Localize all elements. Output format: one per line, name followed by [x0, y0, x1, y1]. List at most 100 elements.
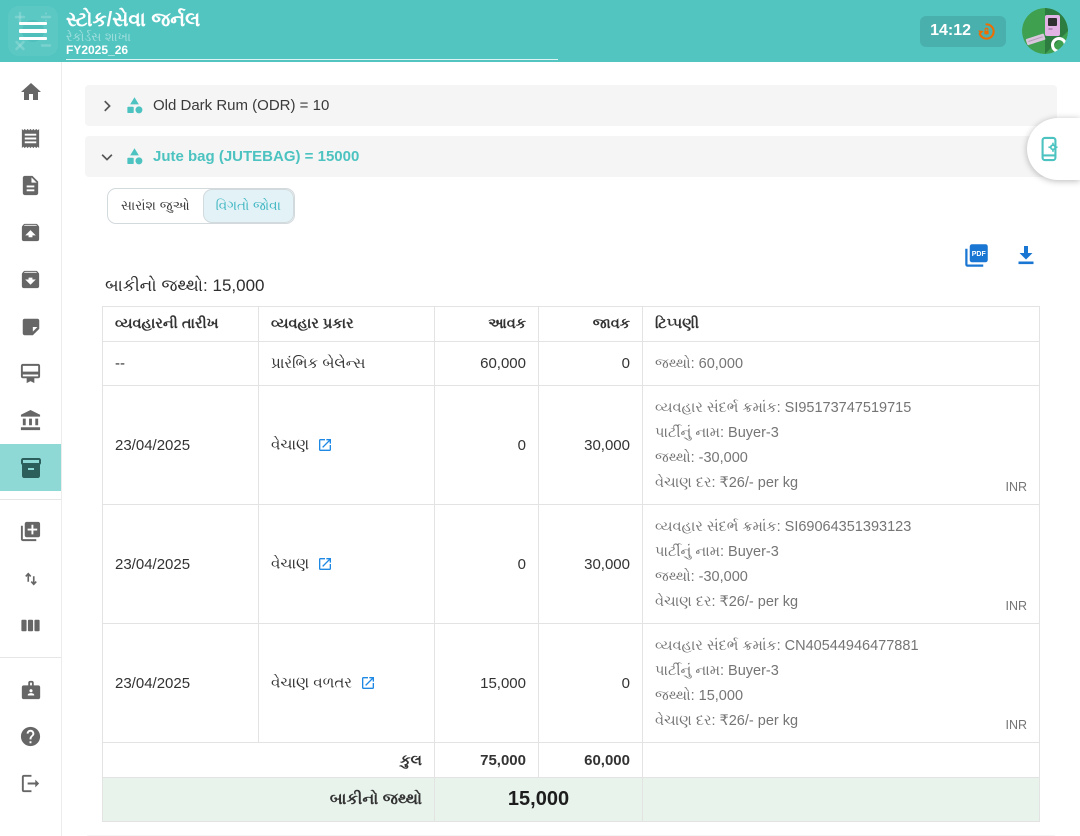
card-machine-icon [19, 362, 42, 385]
session-timer-icon [977, 22, 996, 41]
title-block: સ્ટોક/સેવા જર્નલ રેકોર્ડસ શાખા FY2025_26 [66, 3, 558, 60]
logout-icon [19, 772, 42, 795]
svg-text:PDF: PDF [972, 251, 986, 258]
sidebar-divider [0, 657, 61, 658]
cell-remark: જથ્થો: 60,000 [643, 342, 1040, 386]
sidebar-item-home[interactable] [0, 68, 61, 115]
menu-icon[interactable] [19, 22, 47, 40]
jute-bag-detail: સારાંશ જુઓ વિગતો જોવા PDF બાકીનો જથ્થો: … [85, 177, 1057, 822]
bank-icon [19, 409, 42, 432]
document-icon [19, 174, 42, 197]
sidebar-divider [0, 499, 61, 500]
session-time: 14:12 [930, 22, 971, 40]
session-timer-badge[interactable]: 14:12 [920, 16, 1006, 47]
avatar[interactable] [1022, 8, 1068, 54]
sidebar-item-notes[interactable] [0, 303, 61, 350]
receipt-icon [19, 127, 42, 150]
table-closing-row: બાકીનો જથ્થો 15,000 [103, 778, 1040, 822]
sidebar-item-inventory[interactable] [0, 444, 61, 491]
fiscal-year-label: FY2025_26 [66, 43, 558, 60]
pdf-export-icon[interactable]: PDF [963, 242, 990, 269]
group-label: Old Dark Rum (ODR) = 10 [153, 97, 329, 114]
group-label: Jute bag (JUTEBAG) = 15000 [153, 148, 359, 165]
sidebar-item-logout[interactable] [0, 760, 61, 807]
sidebar-item-help[interactable] [0, 713, 61, 760]
cell-outflow: 0 [539, 624, 643, 743]
category-icon [125, 147, 144, 166]
table-total-row: કુલ 75,000 60,000 [103, 743, 1040, 778]
table-header-row: વ્યવહારની તારીખ વ્યવહાર પ્રકાર આવક જાવક … [103, 307, 1040, 342]
cell-outflow: 30,000 [539, 386, 643, 505]
remaining-quantity-label: બાકીનો જથ્થો: 15,000 [105, 276, 1040, 296]
sidebar [0, 62, 62, 836]
cell-inflow: 60,000 [435, 342, 539, 386]
upload-box-icon [19, 221, 42, 244]
group-row-jute-bag[interactable]: Jute bag (JUTEBAG) = 15000 [85, 136, 1057, 177]
cell-remark: વ્યવહાર સંદર્ભ ક્રમાંક: SI95173747519715… [643, 386, 1040, 505]
stock-journal-table: વ્યવહારની તારીખ વ્યવહાર પ્રકાર આવક જાવક … [102, 306, 1040, 822]
sidebar-item-upload[interactable] [0, 209, 61, 256]
closing-balance-value: 15,000 [435, 778, 643, 822]
open-link-icon[interactable] [317, 437, 333, 453]
library-add-icon [19, 520, 42, 543]
table-actions: PDF [102, 240, 1038, 270]
cell-outflow: 30,000 [539, 505, 643, 624]
sidebar-item-transfer[interactable] [0, 555, 61, 602]
app-header: સ્ટોક/સેવા જર્નલ રેકોર્ડસ શાખા FY2025_26… [0, 0, 1080, 62]
table-row-sale-2: 23/04/2025 વેચાણ 0 30,000 વ્યવહાર સંદર્ભ… [103, 505, 1040, 624]
cell-inflow: 15,000 [435, 624, 539, 743]
chevron-down-icon [98, 148, 116, 166]
open-link-icon[interactable] [317, 556, 333, 572]
chevron-right-icon [98, 97, 116, 115]
category-icon [125, 96, 144, 115]
col-header-inflow: આવક [435, 307, 539, 342]
currency-label: INR [1005, 480, 1027, 494]
currency-label: INR [1005, 599, 1027, 613]
cell-outflow: 0 [539, 342, 643, 386]
details-view-tab[interactable]: વિગતો જોવા [203, 189, 294, 223]
sidebar-item-card-machine[interactable] [0, 350, 61, 397]
cell-date: 23/04/2025 [103, 624, 259, 743]
sidebar-item-receipts[interactable] [0, 115, 61, 162]
total-outflow: 60,000 [539, 743, 643, 778]
view-toggle: સારાંશ જુઓ વિગતો જોવા [107, 188, 295, 224]
table-columns-icon [19, 614, 42, 637]
col-header-outflow: જાવક [539, 307, 643, 342]
app-root: સ્ટોક/સેવા જર્નલ રેકોર્ડસ શાખા FY2025_26… [0, 0, 1080, 836]
cell-remark: વ્યવહાર સંદર્ભ ક્રમાંક: SI69064351393123… [643, 505, 1040, 624]
summary-view-tab[interactable]: સારાંશ જુઓ [108, 189, 203, 223]
sidebar-item-tables[interactable] [0, 602, 61, 649]
sidebar-item-add-record[interactable] [0, 508, 61, 555]
cell-date: -- [103, 342, 259, 386]
closing-balance-label: બાકીનો જથ્થો [103, 778, 435, 822]
download-icon[interactable] [1014, 243, 1038, 267]
total-remark-empty [643, 743, 1040, 778]
cell-type: વેચાણ વળતર [259, 624, 435, 743]
cell-date: 23/04/2025 [103, 505, 259, 624]
sidebar-item-profile[interactable] [0, 666, 61, 713]
sidebar-item-bank[interactable] [0, 397, 61, 444]
mobile-settings-icon [1035, 135, 1063, 163]
sidebar-item-download[interactable] [0, 256, 61, 303]
cell-type: વેચાણ [259, 386, 435, 505]
total-inflow: 75,000 [435, 743, 539, 778]
cell-date: 23/04/2025 [103, 386, 259, 505]
open-link-icon[interactable] [360, 675, 376, 691]
download-box-icon [19, 268, 42, 291]
home-icon [19, 80, 43, 104]
quick-actions-handle[interactable] [1027, 118, 1080, 180]
col-header-date: વ્યવહારની તારીખ [103, 307, 259, 342]
col-header-remark: ટિપ્પણી [643, 307, 1040, 342]
note-icon [20, 316, 42, 338]
cell-type: વેચાણ [259, 505, 435, 624]
table-row-sales-return: 23/04/2025 વેચાણ વળતર 15,000 0 વ્યવહાર સ… [103, 624, 1040, 743]
sidebar-item-documents[interactable] [0, 162, 61, 209]
group-row-old-dark-rum[interactable]: Old Dark Rum (ODR) = 10 [85, 85, 1057, 126]
cell-remark: વ્યવહાર સંદર્ભ ક્રમાંક: CN40544946477881… [643, 624, 1040, 743]
swap-vertical-icon [20, 568, 42, 590]
currency-label: INR [1005, 718, 1027, 732]
inventory-box-icon [19, 456, 43, 480]
branch-subtitle: રેકોર્ડસ શાખા [66, 31, 558, 43]
logo-area [0, 0, 66, 62]
cell-inflow: 0 [435, 505, 539, 624]
